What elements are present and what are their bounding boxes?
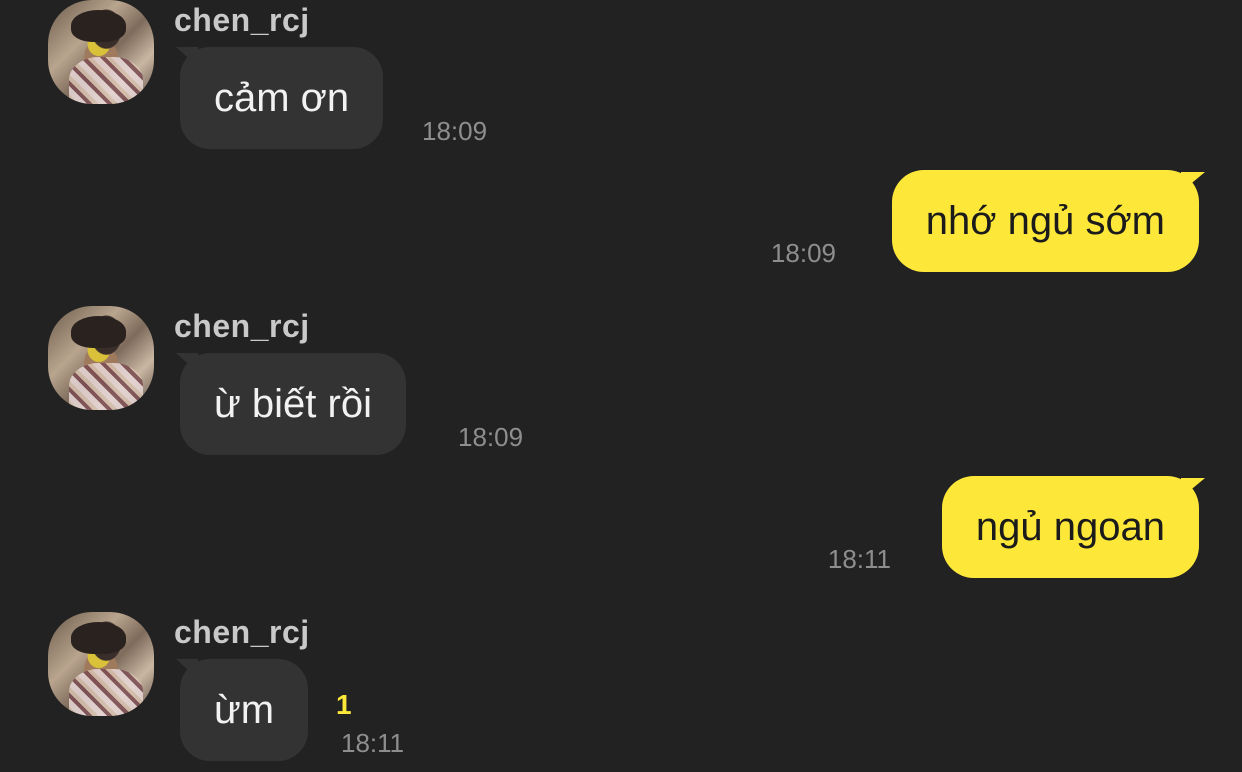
message-bubble[interactable]: cảm ơn <box>176 47 384 149</box>
message-text: ừm <box>214 688 275 732</box>
avatar[interactable] <box>48 612 154 716</box>
sender-name[interactable]: chen_rcj <box>174 0 310 40</box>
chat-message-list[interactable]: chen_rcj cảm ơn 18:09 nhớ ngủ sớm 18:09 … <box>0 0 1242 772</box>
sender-name[interactable]: chen_rcj <box>174 306 310 346</box>
message-row-outgoing: nhớ ngủ sớm 18:09 <box>542 170 1242 272</box>
message-text: cảm ơn <box>214 76 350 120</box>
message-timestamp: 18:11 <box>827 544 891 574</box>
bubble-tail <box>176 659 198 679</box>
bubble-tail <box>1181 478 1205 498</box>
bubble-tail <box>176 353 198 373</box>
message-text: ừ biết rồi <box>214 382 372 426</box>
unread-count-badge: 1 <box>336 689 352 720</box>
message-bubble[interactable]: nhớ ngủ sớm <box>891 170 1205 272</box>
message-timestamp: 18:09 <box>770 238 836 268</box>
sender-name[interactable]: chen_rcj <box>174 612 310 652</box>
avatar[interactable] <box>48 306 154 410</box>
bubble-tail <box>1181 172 1205 192</box>
message-bubble[interactable]: ừm <box>176 659 309 761</box>
message-row-outgoing: ngủ ngoan 18:11 <box>542 476 1242 578</box>
message-bubble[interactable]: ừ biết rồi <box>176 353 406 455</box>
message-timestamp: 18:09 <box>422 116 488 146</box>
message-text: ngủ ngoan <box>975 505 1165 549</box>
message-timestamp: 18:11 <box>341 728 405 758</box>
message-text: nhớ ngủ sớm <box>925 199 1165 243</box>
bubble-tail <box>176 47 198 67</box>
message-timestamp: 18:09 <box>458 422 524 452</box>
avatar[interactable] <box>48 0 154 104</box>
message-bubble[interactable]: ngủ ngoan <box>941 476 1205 578</box>
